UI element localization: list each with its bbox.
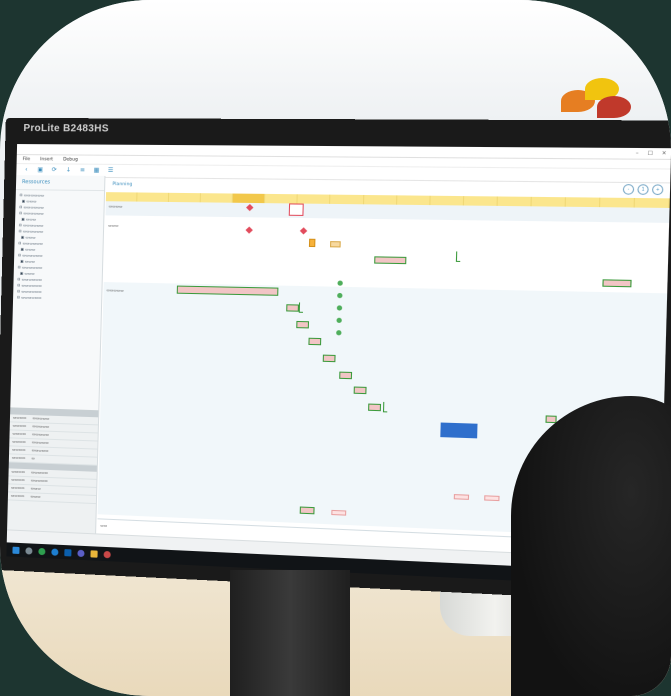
date-column: [330, 194, 364, 205]
zoom-reset-button[interactable]: 1: [637, 184, 649, 195]
lane-label: ▭▭: [100, 523, 108, 528]
sidebar-title: Ressources: [15, 175, 105, 192]
task-bar[interactable]: [453, 494, 470, 500]
search-icon[interactable]: [25, 546, 33, 555]
lane-label: ▭▭▭▭▭: [106, 288, 124, 293]
explorer-icon[interactable]: [90, 549, 98, 558]
task-bar[interactable]: [296, 320, 310, 329]
app-icon[interactable]: [103, 550, 111, 558]
chrome-icon[interactable]: [38, 547, 46, 555]
date-column: [463, 196, 498, 206]
date-column: [497, 196, 532, 207]
monitor-stand: [230, 570, 350, 696]
edge-icon[interactable]: [51, 547, 59, 556]
date-column: [137, 192, 170, 202]
task-bar[interactable]: [308, 238, 316, 248]
task-bar[interactable]: [308, 337, 322, 346]
date-column: [429, 195, 464, 206]
task-bar[interactable]: [339, 371, 353, 380]
task-bar[interactable]: [288, 203, 304, 216]
refresh-icon[interactable]: ⟳: [50, 166, 58, 174]
date-column: [396, 195, 431, 206]
properties-panel: ▭▭▭▭ ▭▭▭▭▭ ▭▭▭▭ ▭▭▭▭▭ ▭▭▭▭ ▭▭▭▭▭ ▭▭▭▭ ▭▭▭▭▭ …: [7, 407, 99, 535]
date-column: [634, 197, 670, 208]
zoom-controls: - 1 +: [622, 184, 664, 196]
zoom-out-button[interactable]: -: [622, 184, 635, 195]
task-bar[interactable]: [484, 495, 500, 502]
menu-debug[interactable]: Debug: [63, 157, 78, 162]
task-bar[interactable]: [299, 506, 315, 515]
menu-insert[interactable]: Insert: [40, 157, 53, 162]
task-bar[interactable]: [602, 279, 632, 288]
date-column: [600, 197, 635, 208]
task-bar[interactable]: [331, 509, 347, 516]
task-end-marker: [382, 401, 388, 413]
teams-icon[interactable]: [77, 549, 85, 557]
grid-icon[interactable]: ▦: [92, 167, 100, 175]
save-icon[interactable]: ▣: [36, 166, 44, 174]
task-bar[interactable]: [353, 386, 367, 395]
outlook-icon[interactable]: [64, 548, 72, 556]
date-column: [169, 192, 202, 203]
task-bar[interactable]: [330, 241, 341, 248]
download-icon[interactable]: ↓: [64, 166, 72, 174]
minimize-icon[interactable]: –: [636, 150, 639, 156]
photo-scene: ProLite B2483HS – □ × File Insert Debug …: [0, 0, 671, 696]
sidebar: Ressources ⊟ ▭▭▭▭▭▭ ▣ ▭▭▭ ⊟ ▭▭▭▭▭▭ ⊟ ▭▭▭…: [7, 175, 106, 535]
status-dot: [337, 280, 343, 286]
date-column: [297, 194, 331, 204]
date-column: [105, 192, 138, 202]
task-bar[interactable]: [286, 304, 299, 312]
status-dot: [337, 292, 343, 299]
planning-title: Planning: [112, 181, 133, 187]
date-column: [531, 196, 566, 207]
back-icon[interactable]: ‹: [22, 166, 30, 174]
lane-label: ▭▭▭▭: [108, 204, 123, 209]
list-icon[interactable]: ☰: [107, 167, 115, 175]
date-column: [565, 197, 601, 208]
task-bar[interactable]: [368, 403, 382, 412]
filter-icon[interactable]: ≡: [78, 167, 86, 175]
selected-task[interactable]: [440, 422, 478, 439]
menu-file[interactable]: File: [23, 157, 31, 162]
tree-item[interactable]: ⊟ ▭▭▭▭▭▭: [17, 294, 97, 302]
task-bar[interactable]: [374, 256, 407, 265]
zoom-in-button[interactable]: +: [651, 184, 664, 196]
task-bar[interactable]: [322, 354, 336, 363]
task-end-marker: [455, 251, 461, 262]
monitor-brand: ProLite B2483HS: [23, 123, 109, 135]
date-column: [363, 194, 397, 205]
windows-icon[interactable]: [12, 546, 20, 554]
date-column: [233, 193, 266, 204]
date-column: [200, 193, 234, 203]
close-icon[interactable]: ×: [662, 150, 667, 156]
date-column: [265, 193, 299, 204]
lane-label: ▭▭▭: [108, 223, 119, 228]
maximize-icon[interactable]: □: [647, 150, 652, 156]
leaf-shape: [597, 96, 631, 118]
resource-tree: ⊟ ▭▭▭▭▭▭ ▣ ▭▭▭ ⊟ ▭▭▭▭▭▭ ⊟ ▭▭▭▭▭▭ ▣ ▭▭▭ ⊟…: [13, 190, 104, 304]
task-end-marker: [298, 302, 304, 313]
window-controls: – □ ×: [636, 150, 667, 157]
